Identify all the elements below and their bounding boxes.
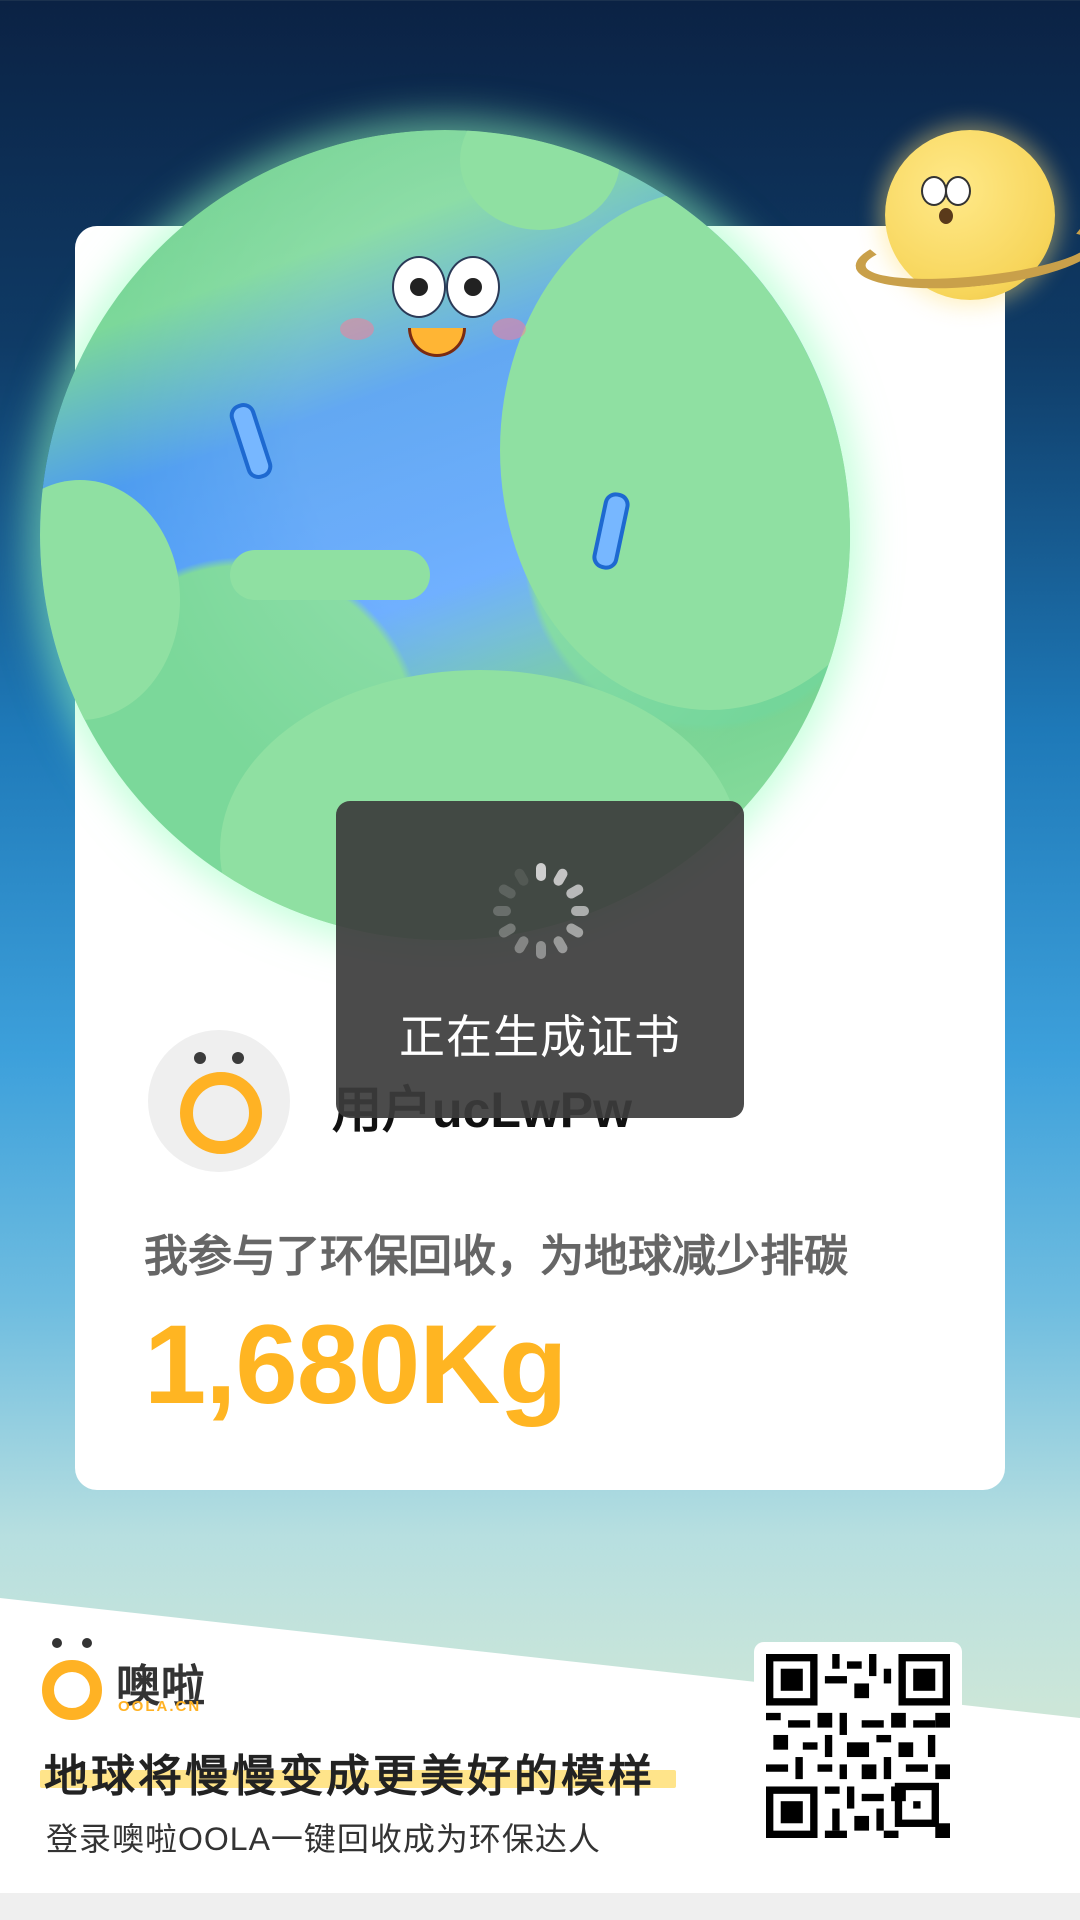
loading-text: 正在生成证书: [399, 1011, 681, 1063]
earth-eye-left: [392, 256, 446, 318]
earth-land: [500, 190, 850, 710]
earth-blush: [340, 318, 374, 340]
qr-code-icon: [766, 1654, 950, 1838]
oola-logo-icon: [180, 1072, 262, 1154]
earth-land: [230, 550, 430, 600]
carbon-description: 我参与了环保回收，为地球减少排碳: [144, 1232, 848, 1281]
loading-toast: 正在生成证书: [336, 801, 744, 1118]
avatar: [148, 1030, 290, 1172]
avatar-dot: [194, 1052, 206, 1064]
carbon-value: 1,680Kg: [144, 1302, 568, 1427]
avatar-dot: [232, 1052, 244, 1064]
spinner-icon: [492, 863, 589, 959]
slogan: 地球将慢慢变成更美好的模样: [44, 1752, 655, 1801]
earth-eye-right: [446, 256, 500, 318]
moon-eye: [921, 176, 947, 206]
brand-logo-icon: [42, 1660, 102, 1720]
earth-blush: [492, 318, 526, 340]
brand-domain: OOLA.CN: [118, 1698, 202, 1715]
earth-land: [460, 130, 620, 230]
moon-eye: [945, 176, 971, 206]
qr-code-card: [754, 1642, 962, 1850]
footer-strip: [0, 1893, 1080, 1920]
moon-mouth: [939, 208, 953, 224]
earth-land: [40, 480, 180, 720]
footer-subline: 登录噢啦OOLA一键回收成为环保达人: [46, 1821, 601, 1857]
brand-logo-dot: [82, 1638, 92, 1648]
brand-logo-dot: [52, 1638, 62, 1648]
